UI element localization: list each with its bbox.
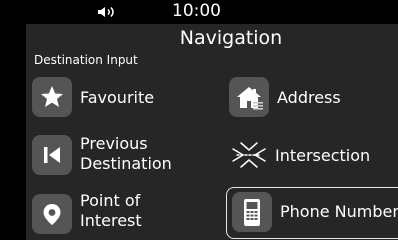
intersection-icon bbox=[229, 135, 269, 175]
address-label: Address bbox=[277, 88, 341, 107]
previous-destination-label-line2: Destination bbox=[80, 154, 172, 173]
favourite-label: Favourite bbox=[80, 88, 155, 107]
favourite-button[interactable]: Favourite bbox=[32, 77, 192, 121]
star-icon bbox=[32, 77, 72, 117]
point-of-interest-button[interactable]: Point of Interest bbox=[32, 191, 192, 238]
address-button[interactable]: Address bbox=[229, 77, 389, 121]
page-title: Navigation bbox=[179, 27, 283, 49]
skip-back-icon bbox=[32, 135, 72, 175]
house-icon bbox=[229, 77, 269, 117]
status-bar: 10:00 bbox=[0, 0, 398, 22]
clock: 10:00 bbox=[172, 1, 221, 21]
phone-icon bbox=[232, 192, 272, 232]
intersection-button[interactable]: Intersection bbox=[229, 135, 389, 179]
phone-number-button[interactable]: Phone Number bbox=[226, 187, 398, 239]
phone-number-label: Phone Number bbox=[280, 202, 398, 221]
section-label: Destination Input bbox=[34, 53, 138, 67]
previous-destination-label-line1: Previous bbox=[80, 134, 148, 153]
intersection-label: Intersection bbox=[275, 146, 371, 165]
previous-destination-button[interactable]: Previous Destination bbox=[32, 134, 202, 179]
map-pin-icon bbox=[32, 194, 72, 234]
point-of-interest-label-line1: Point of bbox=[80, 191, 141, 210]
volume-icon[interactable] bbox=[96, 5, 118, 19]
point-of-interest-label-line2: Interest bbox=[80, 211, 142, 230]
content-panel: Navigation Destination Input Favourite A… bbox=[26, 24, 398, 240]
